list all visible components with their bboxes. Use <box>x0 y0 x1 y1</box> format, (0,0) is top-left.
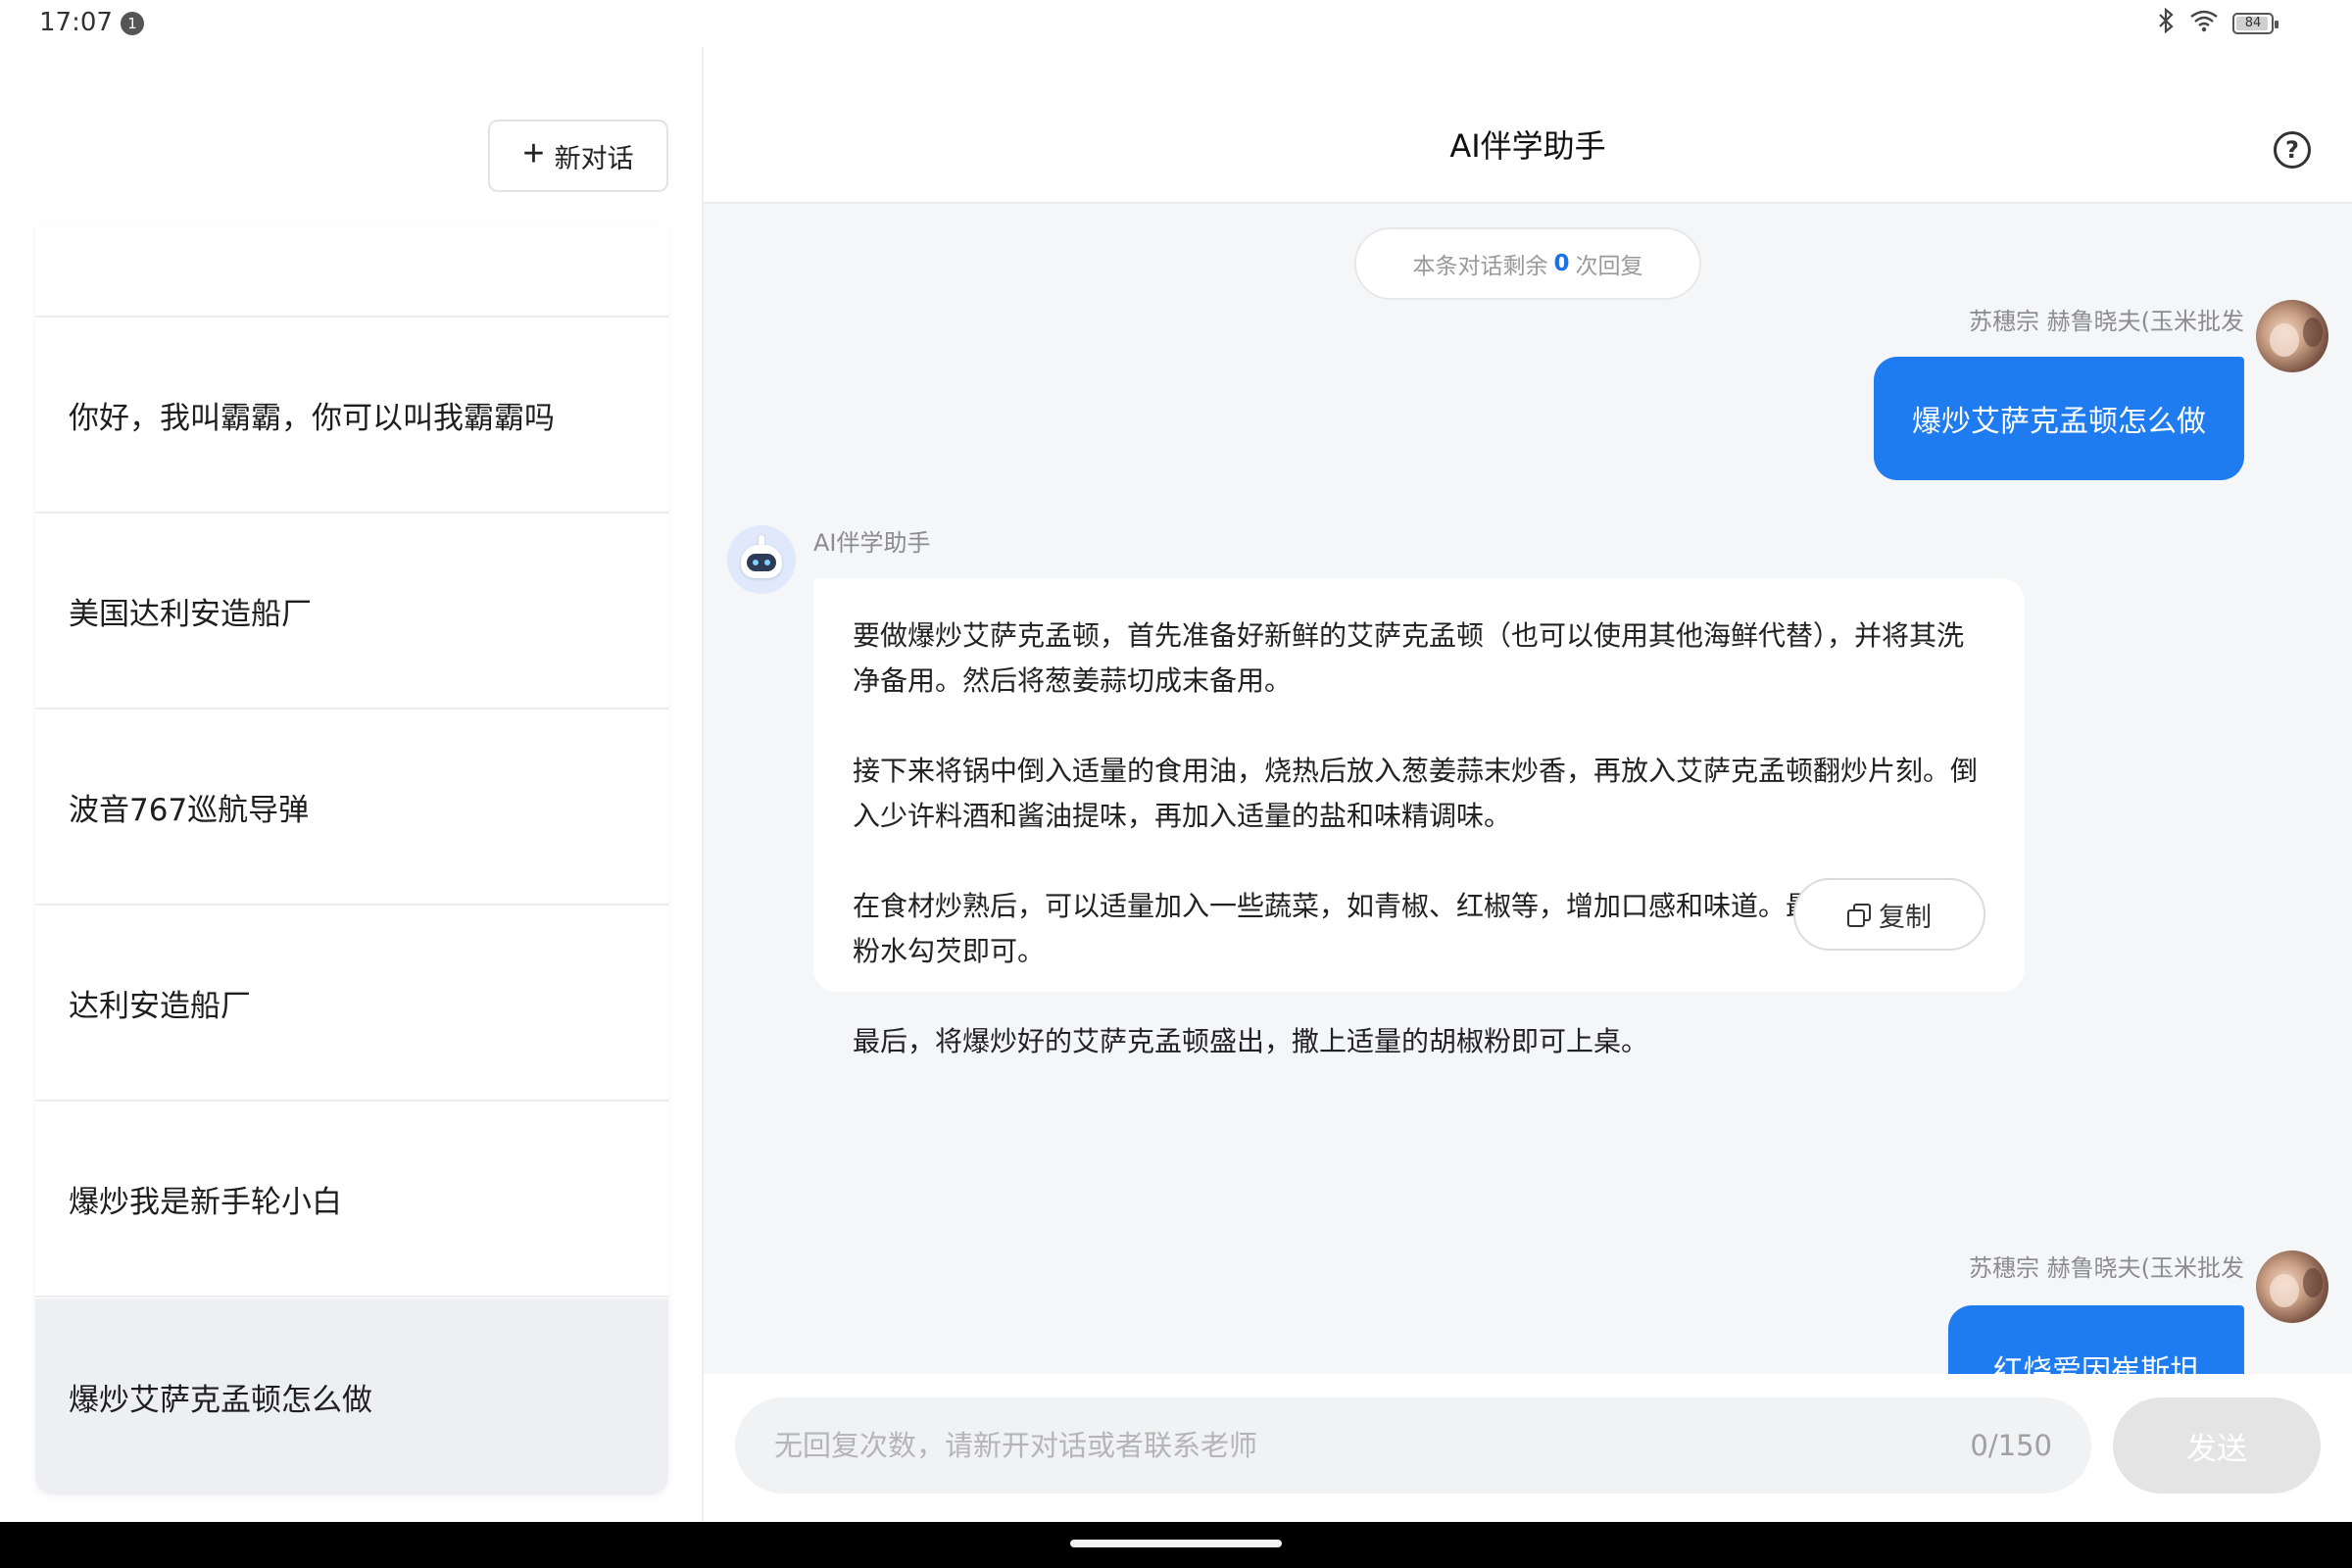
chat-message-area[interactable]: 本条对话剩余 0 次回复 苏穗宗 赫鲁晓夫(玉米批发 爆炒艾萨克孟顿怎么做 AI… <box>704 204 2352 1374</box>
history-item-label: 爆炒艾萨克孟顿怎么做 <box>69 1382 372 1418</box>
remaining-count: 0 <box>1553 251 1570 276</box>
history-item-label: 美国达利安造船厂 <box>69 596 312 632</box>
new-chat-label: 新对话 <box>554 143 634 173</box>
battery-level: 84 <box>2244 16 2262 30</box>
send-button[interactable]: 发送 <box>2113 1397 2321 1494</box>
history-item[interactable]: 爆炒我是新手轮小白 <box>35 1102 668 1298</box>
assistant-message-bubble: 要做爆炒艾萨克孟顿，首先准备好新鲜的艾萨克孟顿（也可以使用其他海鲜代替），并将其… <box>813 578 2025 1057</box>
robot-face <box>747 554 776 571</box>
history-item[interactable]: 波音767巡航导弹 <box>35 710 668 906</box>
assistant-paragraph: 要做爆炒艾萨克孟顿，首先准备好新鲜的艾萨克孟顿（也可以使用其他海鲜代替），并将其… <box>853 619 1965 697</box>
message-input[interactable] <box>735 1397 1891 1494</box>
battery-icon: 84 <box>2232 13 2278 34</box>
status-time: 17:07 <box>39 8 113 37</box>
assistant-paragraph: 最后，将爆炒好的艾萨克孟顿盛出，撒上适量的胡椒粉即可上桌。 <box>853 1025 1649 1057</box>
history-item-label: 你好，我叫霸霸，你可以叫我霸霸吗 <box>69 400 555 436</box>
new-chat-button[interactable]: + 新对话 <box>488 120 668 192</box>
remaining-replies-badge: 本条对话剩余 0 次回复 <box>1354 227 1701 300</box>
system-navigation-bar <box>0 1522 2352 1568</box>
user-avatar <box>2256 300 2328 372</box>
user-message-bubble: 爆炒艾萨克孟顿怎么做 <box>1874 357 2244 480</box>
chat-header: AI伴学助手 ? <box>704 47 2352 204</box>
wifi-icon <box>2189 9 2219 38</box>
plus-icon: + <box>522 133 545 174</box>
history-item-label: 爆炒我是新手轮小白 <box>69 1184 342 1220</box>
home-gesture-handle[interactable] <box>1070 1540 1282 1547</box>
message-input-container[interactable]: 0/150 <box>735 1397 2091 1494</box>
user-name: 苏穗宗 赫鲁晓夫(玉米批发 <box>1969 308 2244 335</box>
page-title: AI伴学助手 <box>1449 127 1606 165</box>
status-bar: 17:07 1 84 <box>0 0 2352 47</box>
history-item[interactable]: 美国达利安造船厂 <box>35 514 668 710</box>
assistant-paragraph: 接下来将锅中倒入适量的食用油，烧热后放入葱姜蒜末炒香，再放入艾萨克孟顿翻炒片刻。… <box>853 755 1979 832</box>
user-avatar <box>2256 1250 2328 1323</box>
copy-icon <box>1847 904 1871 927</box>
copy-button[interactable]: 复制 <box>1793 878 1985 951</box>
history-item-label: 达利安造船厂 <box>69 988 251 1024</box>
history-item[interactable]: … <box>35 223 668 318</box>
status-icons: 84 <box>2158 7 2278 39</box>
conversation-sidebar: + 新对话 … 你好，我叫霸霸，你可以叫我霸霸吗 美国达利安造船厂 波音767巡… <box>0 47 702 1522</box>
character-counter: 0/150 <box>1970 1429 2052 1462</box>
user-message-bubble: 红烧爱因崔斯坦 <box>1948 1305 2244 1374</box>
bluetooth-icon <box>2158 7 2176 39</box>
conversation-history-list[interactable]: … 你好，我叫霸霸，你可以叫我霸霸吗 美国达利安造船厂 波音767巡航导弹 达利… <box>35 223 668 1494</box>
remaining-prefix: 本条对话剩余 <box>1412 254 1548 279</box>
robot-eye <box>753 560 759 565</box>
remaining-suffix: 次回复 <box>1575 254 1643 279</box>
assistant-avatar <box>727 525 796 594</box>
question-circle-icon[interactable]: ? <box>2274 131 2311 169</box>
user-name: 苏穗宗 赫鲁晓夫(玉米批发 <box>1969 1254 2244 1282</box>
notification-badge: 1 <box>121 12 144 35</box>
history-item-label: … <box>69 223 99 225</box>
copy-label: 复制 <box>1879 902 1932 932</box>
history-item[interactable]: 达利安造船厂 <box>35 906 668 1102</box>
history-item-label: 波音767巡航导弹 <box>69 792 310 828</box>
chat-input-bar: 0/150 发送 <box>704 1374 2352 1522</box>
history-item-active[interactable]: 爆炒艾萨克孟顿怎么做 <box>35 1298 668 1494</box>
assistant-name: AI伴学助手 <box>813 529 931 557</box>
history-item[interactable]: 你好，我叫霸霸，你可以叫我霸霸吗 <box>35 318 668 514</box>
robot-eye <box>764 560 770 565</box>
